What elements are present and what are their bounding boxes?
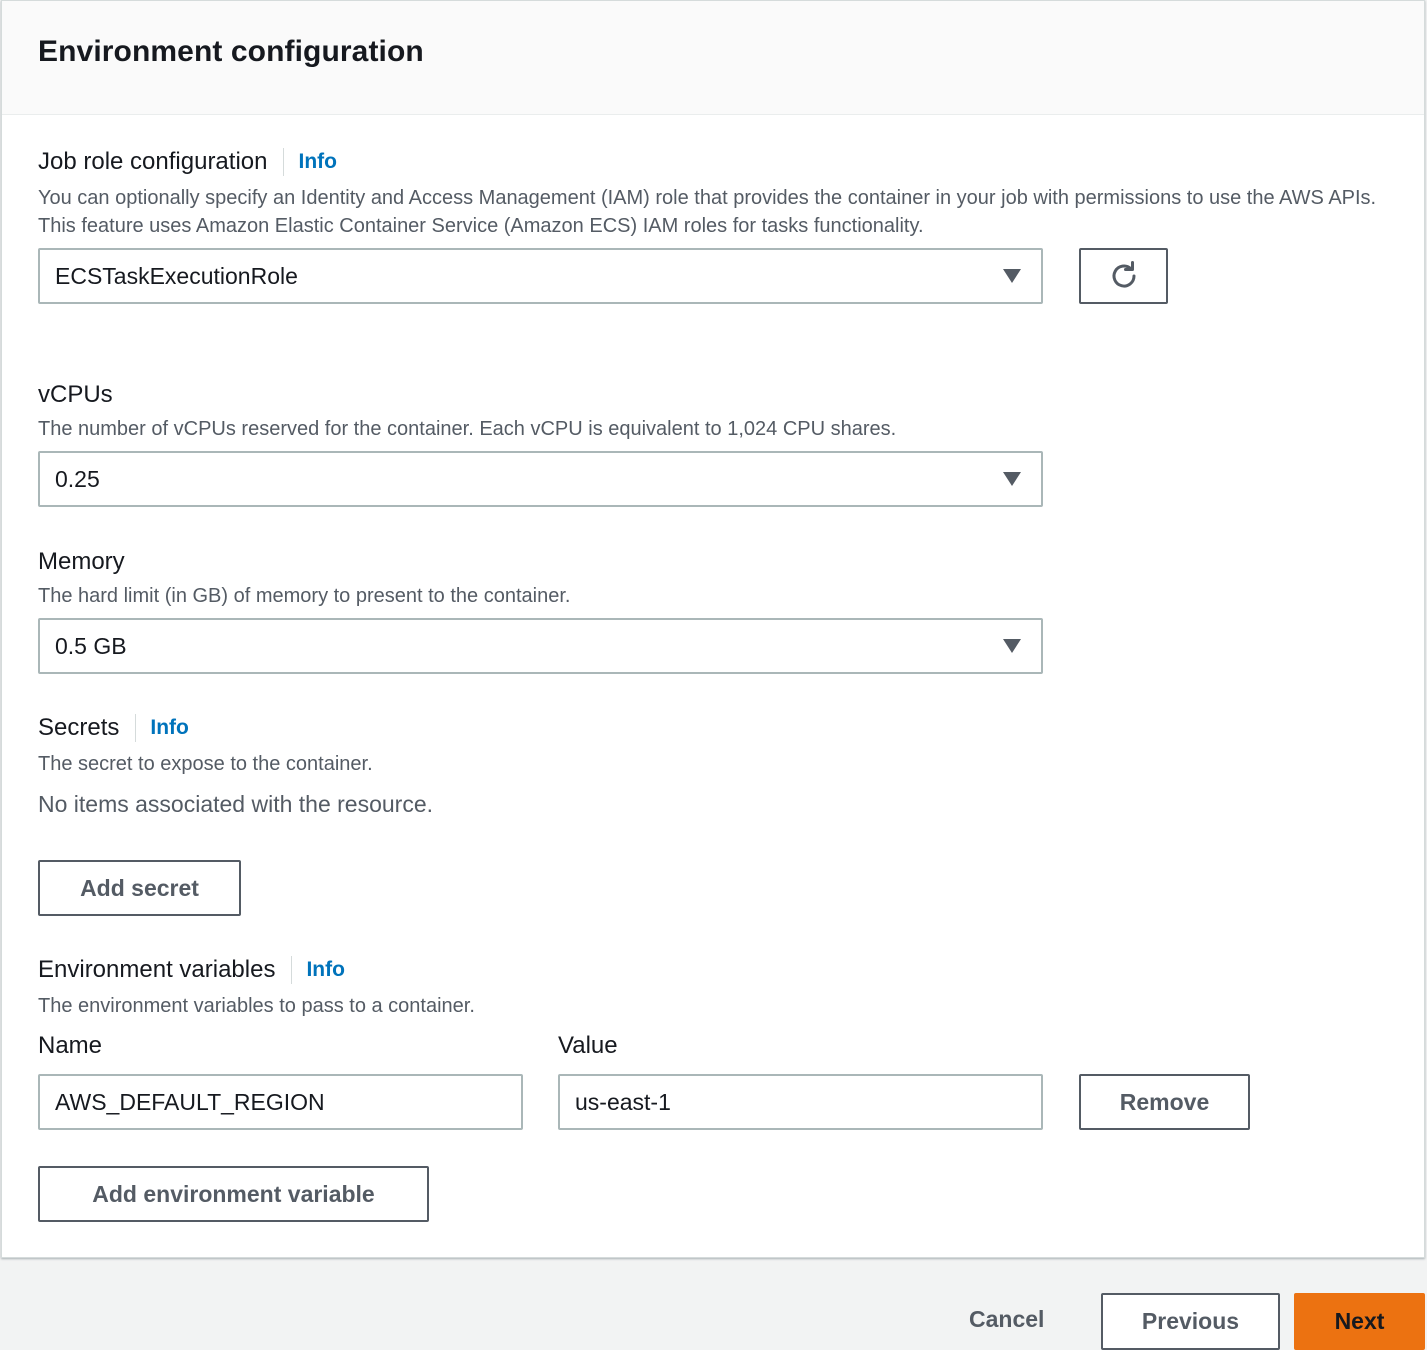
vcpus-select[interactable]: 0.25 bbox=[38, 451, 1043, 507]
caret-down-icon bbox=[1003, 472, 1021, 486]
secrets-empty-text: No items associated with the resource. bbox=[38, 791, 434, 817]
next-button[interactable]: Next bbox=[1294, 1293, 1425, 1350]
info-separator bbox=[283, 148, 285, 176]
memory-label: Memory bbox=[38, 548, 125, 575]
job-role-label: Job role configuration bbox=[38, 148, 268, 175]
env-vars-info-link[interactable]: Info bbox=[306, 958, 344, 982]
env-var-value-header: Value bbox=[558, 1032, 618, 1059]
previous-button[interactable]: Previous bbox=[1101, 1293, 1280, 1350]
vcpus-description: The number of vCPUs reserved for the con… bbox=[38, 418, 897, 440]
memory-description: The hard limit (in GB) of memory to pres… bbox=[38, 585, 571, 607]
memory-selected-value: 0.5 GB bbox=[55, 632, 127, 659]
env-var-name-input[interactable] bbox=[38, 1074, 523, 1130]
cancel-button[interactable]: Cancel bbox=[969, 1306, 1044, 1333]
panel-header: Environment configuration bbox=[2, 1, 1424, 115]
caret-down-icon bbox=[1003, 269, 1021, 283]
env-vars-label: Environment variables bbox=[38, 956, 276, 983]
job-role-select[interactable]: ECSTaskExecutionRole bbox=[38, 248, 1043, 304]
job-role-info-link[interactable]: Info bbox=[298, 150, 336, 174]
info-separator bbox=[291, 956, 293, 984]
refresh-button[interactable] bbox=[1079, 248, 1168, 304]
secrets-description: The secret to expose to the container. bbox=[38, 753, 373, 775]
env-var-value-input[interactable] bbox=[558, 1074, 1043, 1130]
add-secret-button[interactable]: Add secret bbox=[38, 860, 241, 916]
refresh-icon bbox=[1112, 261, 1136, 288]
memory-select[interactable]: 0.5 GB bbox=[38, 618, 1043, 674]
info-separator bbox=[135, 714, 137, 742]
job-role-description: You can optionally specify an Identity a… bbox=[38, 187, 1377, 237]
secrets-info-link[interactable]: Info bbox=[150, 716, 188, 740]
job-role-selected-value: ECSTaskExecutionRole bbox=[55, 262, 298, 289]
vcpus-label: vCPUs bbox=[38, 381, 113, 408]
vcpus-selected-value: 0.25 bbox=[55, 465, 100, 492]
job-role-header: Job role configuration Info bbox=[38, 148, 337, 176]
secrets-header: Secrets Info bbox=[38, 714, 189, 742]
secrets-label: Secrets bbox=[38, 714, 120, 741]
add-environment-variable-button[interactable]: Add environment variable bbox=[38, 1166, 429, 1222]
caret-down-icon bbox=[1003, 639, 1021, 653]
env-vars-description: The environment variables to pass to a c… bbox=[38, 995, 475, 1017]
env-var-name-header: Name bbox=[38, 1032, 103, 1059]
environment-configuration-panel: Environment configuration Job role confi… bbox=[1, 0, 1425, 1258]
panel-title: Environment configuration bbox=[38, 35, 424, 68]
env-vars-header: Environment variables Info bbox=[38, 956, 345, 984]
remove-env-var-button[interactable]: Remove bbox=[1079, 1074, 1250, 1130]
